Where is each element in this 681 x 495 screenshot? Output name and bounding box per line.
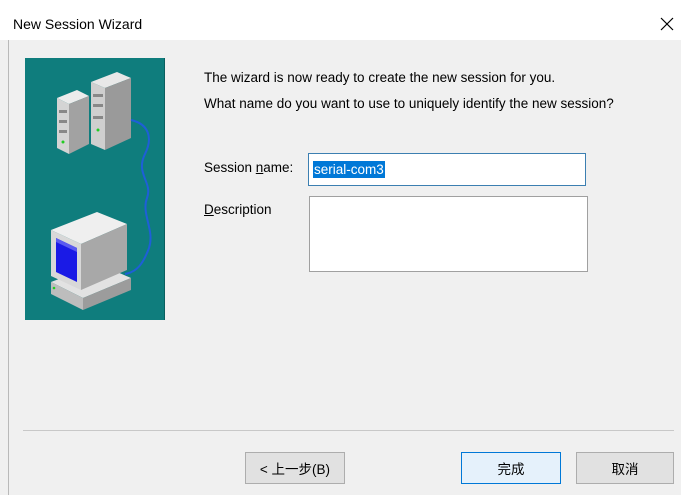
cancel-button[interactable]: 取消 (576, 452, 674, 484)
description-input[interactable] (309, 196, 588, 272)
wizard-prompt-text: What name do you want to use to uniquely… (204, 96, 614, 111)
back-button[interactable]: < 上一步(B) (245, 452, 345, 484)
servers-computer-icon (51, 72, 152, 310)
title-bar[interactable]: New Session Wizard (0, 0, 681, 40)
close-icon (660, 17, 674, 31)
window-left-border (8, 40, 9, 495)
window-title: New Session Wizard (13, 16, 143, 32)
description-label: Description (204, 202, 272, 217)
session-name-input[interactable]: serial-com3 (308, 153, 586, 186)
wizard-illustration (25, 58, 165, 320)
new-session-wizard-window: New Session Wizard The wizard is now rea… (0, 0, 681, 495)
session-name-label: Session name: (204, 160, 294, 175)
button-separator (23, 430, 674, 431)
finish-button[interactable]: 完成 (461, 452, 561, 484)
session-name-value: serial-com3 (313, 161, 385, 178)
wizard-ready-text: The wizard is now ready to create the ne… (204, 70, 556, 85)
close-button[interactable] (653, 9, 681, 39)
